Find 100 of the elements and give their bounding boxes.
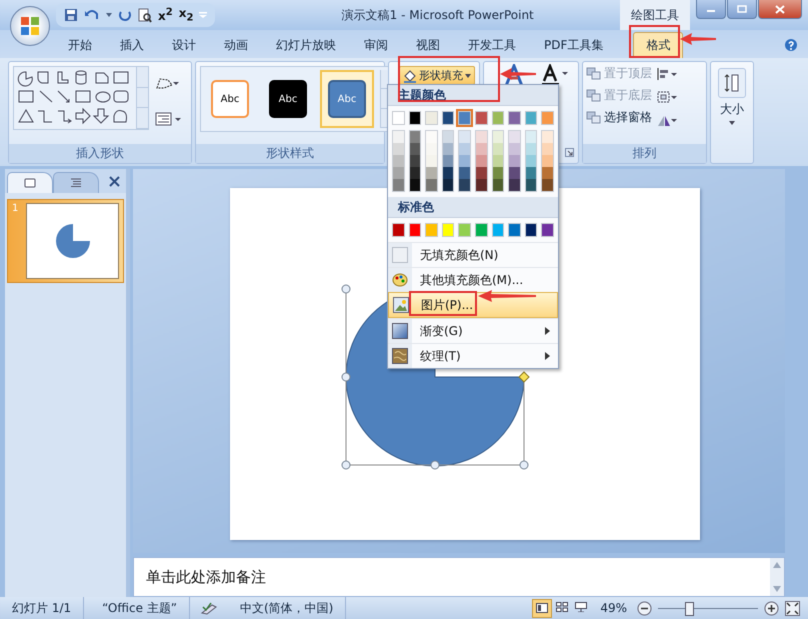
ribbon-tab[interactable]: 审阅: [352, 33, 400, 58]
ribbon-tab[interactable]: PDF工具集: [532, 33, 616, 58]
shade-swatch[interactable]: [542, 143, 553, 155]
color-swatch[interactable]: [458, 111, 471, 125]
shade-swatch[interactable]: [476, 131, 487, 143]
shade-swatch[interactable]: [459, 167, 470, 179]
color-swatch[interactable]: [508, 111, 521, 125]
scroll-down-icon[interactable]: [773, 586, 781, 592]
shade-swatch[interactable]: [526, 131, 536, 143]
resize-handle[interactable]: [342, 284, 350, 294]
shade-swatch[interactable]: [542, 131, 553, 143]
menu-item[interactable]: 无填充颜色(N): [388, 242, 558, 267]
shade-swatch[interactable]: [459, 143, 470, 155]
shade-swatch[interactable]: [526, 143, 536, 155]
resize-handle[interactable]: [520, 460, 528, 470]
color-swatch[interactable]: [492, 223, 504, 237]
normal-view-button[interactable]: [532, 598, 552, 618]
color-swatch[interactable]: [408, 223, 422, 237]
resize-handle[interactable]: [342, 372, 350, 382]
shade-swatch[interactable]: [492, 167, 504, 179]
color-swatch[interactable]: [392, 111, 405, 125]
shade-swatch[interactable]: [442, 131, 454, 143]
spell-check-icon[interactable]: [200, 601, 218, 615]
notes-pane[interactable]: 单击此处添加备注: [133, 557, 785, 597]
shade-swatch[interactable]: [393, 143, 404, 155]
fit-window-icon[interactable]: [785, 600, 800, 616]
gallery-scrollbar[interactable]: [136, 67, 148, 129]
dialog-launcher-icon[interactable]: [565, 148, 574, 157]
save-icon[interactable]: [64, 8, 78, 22]
style-option[interactable]: Abc: [320, 70, 374, 128]
color-swatch[interactable]: [425, 223, 438, 237]
color-swatch[interactable]: [442, 111, 454, 125]
shade-swatch[interactable]: [442, 179, 454, 191]
shade-swatch[interactable]: [509, 179, 520, 191]
zoom-out-button[interactable]: [637, 600, 652, 616]
color-swatch[interactable]: [474, 223, 488, 237]
help-icon[interactable]: [784, 38, 798, 52]
shade-swatch[interactable]: [509, 167, 520, 179]
text-box-icon[interactable]: [155, 112, 181, 126]
color-swatch[interactable]: [524, 223, 538, 237]
shade-swatch[interactable]: [410, 167, 420, 179]
edit-shape-icon[interactable]: [155, 76, 179, 90]
shade-swatch[interactable]: [526, 179, 536, 191]
group-icon[interactable]: [656, 90, 678, 104]
shade-swatch[interactable]: [426, 179, 437, 191]
shade-swatch[interactable]: [459, 179, 470, 191]
shade-swatch[interactable]: [442, 155, 454, 167]
color-swatch[interactable]: [541, 223, 554, 237]
shade-swatch[interactable]: [526, 167, 536, 179]
color-swatch[interactable]: [408, 111, 422, 125]
ribbon-tab[interactable]: 设计: [160, 33, 208, 58]
close-pane-icon[interactable]: [109, 176, 120, 187]
format-button[interactable]: x$_{2}$: [178, 6, 194, 24]
shade-swatch[interactable]: [492, 143, 504, 155]
shade-swatch[interactable]: [393, 179, 404, 191]
minimize-button[interactable]: [696, 0, 726, 19]
shade-swatch[interactable]: [410, 155, 420, 167]
maximize-button[interactable]: [727, 0, 757, 19]
color-swatch[interactable]: [524, 111, 538, 125]
color-swatch[interactable]: [442, 223, 454, 237]
shade-swatch[interactable]: [476, 155, 487, 167]
shade-swatch[interactable]: [410, 131, 420, 143]
shade-swatch[interactable]: [492, 131, 504, 143]
outline-tab[interactable]: [53, 172, 99, 193]
ribbon-tab[interactable]: 视图: [404, 33, 452, 58]
size-button[interactable]: 大小: [711, 62, 753, 125]
format-button[interactable]: x$^{2}$: [158, 7, 173, 23]
shade-swatch[interactable]: [459, 131, 470, 143]
resize-handle[interactable]: [342, 460, 350, 470]
shade-swatch[interactable]: [459, 155, 470, 167]
align-icon[interactable]: [656, 67, 678, 81]
shade-swatch[interactable]: [509, 131, 520, 143]
dropdown-caret-icon[interactable]: [106, 13, 112, 17]
zoom-level[interactable]: 49%: [600, 601, 627, 615]
shape-fill-button[interactable]: 形状填充: [399, 66, 475, 85]
shade-swatch[interactable]: [492, 155, 504, 167]
shade-swatch[interactable]: [492, 179, 504, 191]
shade-swatch[interactable]: [393, 167, 404, 179]
notes-scrollbar[interactable]: [770, 558, 784, 596]
color-swatch[interactable]: [458, 223, 471, 237]
color-swatch[interactable]: [392, 223, 405, 237]
shade-swatch[interactable]: [410, 179, 420, 191]
close-button[interactable]: [758, 0, 802, 19]
ribbon-tab[interactable]: 幻灯片放映: [264, 33, 348, 58]
shapes-gallery[interactable]: [13, 66, 149, 130]
undo-icon[interactable]: [84, 8, 100, 22]
shade-swatch[interactable]: [542, 155, 553, 167]
ribbon-tab[interactable]: 开发工具: [456, 33, 528, 58]
shade-swatch[interactable]: [426, 167, 437, 179]
color-swatch[interactable]: [508, 223, 521, 237]
shade-swatch[interactable]: [476, 143, 487, 155]
zoom-in-button[interactable]: [764, 600, 779, 616]
shade-swatch[interactable]: [426, 143, 437, 155]
color-swatch[interactable]: [541, 111, 554, 125]
shade-swatch[interactable]: [393, 155, 404, 167]
shade-swatch[interactable]: [509, 143, 520, 155]
menu-item[interactable]: 渐变(G): [388, 318, 558, 343]
slides-tab[interactable]: [7, 172, 53, 193]
color-swatch[interactable]: [425, 111, 438, 125]
shade-swatch[interactable]: [542, 167, 553, 179]
